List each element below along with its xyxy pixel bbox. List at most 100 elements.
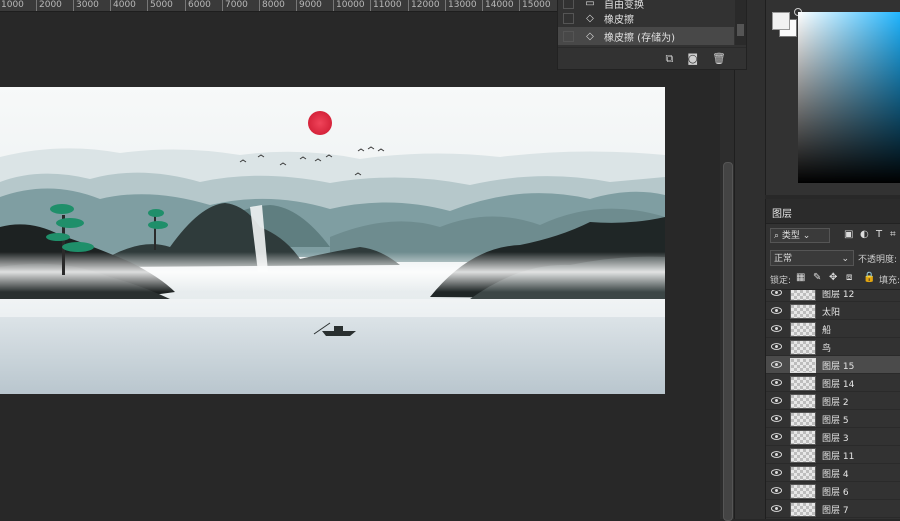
layer-name: 图层 11 <box>822 452 855 462</box>
panel-dock-strip <box>734 0 765 519</box>
layer-row[interactable]: 鸟 <box>766 338 900 356</box>
ruler-label: 7000 <box>222 0 248 11</box>
layer-name: 太阳 <box>822 308 841 318</box>
layer-name: 图层 5 <box>822 416 849 426</box>
lock-all-icon[interactable]: 🔒 <box>863 272 875 283</box>
visibility-eye-icon[interactable] <box>771 503 782 514</box>
layer-thumbnail <box>790 430 816 445</box>
history-snapshot-checkbox[interactable] <box>563 0 574 9</box>
layer-thumbnail <box>790 358 816 373</box>
layers-panel: 图层 ⌕ 类型 ⌄ ▣ ◐ T ⌗ 正常 ⌄ 不透明度: 锁定: ▦ ✎ ✥ ⧈ … <box>765 199 900 519</box>
layer-thumbnail <box>790 412 816 427</box>
ruler-label: 13000 <box>445 0 477 11</box>
layer-kind-value: 类型 <box>781 231 800 241</box>
sun <box>308 111 332 135</box>
layer-name: 图层 3 <box>822 434 849 444</box>
visibility-eye-icon[interactable] <box>771 485 782 496</box>
visibility-eye-icon[interactable] <box>771 289 782 298</box>
fill-label: 填充: <box>879 276 900 286</box>
layer-row[interactable]: 图层 4 <box>766 464 900 482</box>
blend-mode-value: 正常 <box>774 254 793 264</box>
color-picker-field[interactable] <box>798 12 900 183</box>
layer-thumbnail <box>790 466 816 481</box>
layer-row[interactable]: 图层 2 <box>766 392 900 410</box>
visibility-eye-icon[interactable] <box>771 413 782 424</box>
lock-label: 锁定: <box>770 276 792 286</box>
layer-row[interactable]: 图层 6 <box>766 482 900 500</box>
ruler-label: 15000 <box>519 0 551 11</box>
layer-row[interactable]: 图层 12 <box>766 289 900 302</box>
lock-artboard-icon[interactable]: ⧈ <box>846 272 852 283</box>
visibility-eye-icon[interactable] <box>771 431 782 442</box>
layer-row[interactable]: 图层 3 <box>766 428 900 446</box>
layer-thumbnail <box>790 340 816 355</box>
document-canvas[interactable] <box>0 87 665 394</box>
history-item-active[interactable]: ◇ 橡皮擦 (存储为) <box>558 27 734 45</box>
layers-list: 图层 12 太阳 船 鸟 图层 15 图层 14 图层 2 图层 5 图层 3 … <box>766 289 900 520</box>
layer-thumbnail <box>790 322 816 337</box>
layers-tab-label: 图层 <box>772 209 792 220</box>
ruler-label: 9000 <box>296 0 322 11</box>
lock-image-icon[interactable]: ✎ <box>813 272 821 283</box>
history-toolbar: ⧉ ◙ 🗑 <box>558 47 746 69</box>
layer-filter-row: ⌕ 类型 ⌄ ▣ ◐ T ⌗ <box>766 227 900 245</box>
layer-kind-filter[interactable]: ⌕ 类型 ⌄ <box>770 228 830 243</box>
layer-row[interactable]: 图层 5 <box>766 410 900 428</box>
ruler-label: 1000 <box>0 0 24 11</box>
lock-position-icon[interactable]: ✥ <box>829 272 837 283</box>
visibility-eye-icon[interactable] <box>771 467 782 478</box>
visibility-eye-icon[interactable] <box>771 323 782 334</box>
history-snapshot-checkbox[interactable] <box>563 30 574 42</box>
visibility-eye-icon[interactable] <box>771 395 782 406</box>
camera-icon[interactable]: ◙ <box>687 52 698 65</box>
layer-row-selected[interactable]: 图层 15 <box>766 356 900 374</box>
layer-row[interactable]: 太阳 <box>766 302 900 320</box>
color-panel <box>765 0 900 195</box>
lock-row: 锁定: ▦ ✎ ✥ ⧈ 🔒 填充: <box>766 271 900 287</box>
scrollbar-thumb[interactable] <box>723 162 733 521</box>
layer-thumbnail <box>790 394 816 409</box>
blend-row: 正常 ⌄ 不透明度: <box>766 249 900 267</box>
history-item-label: 橡皮擦 (存储为) <box>604 32 675 44</box>
layer-name: 图层 7 <box>822 506 849 516</box>
type-filter-icon[interactable]: T <box>876 229 882 240</box>
layers-tab[interactable]: 图层 <box>766 199 900 224</box>
history-snapshot-checkbox[interactable] <box>563 12 574 24</box>
layer-name: 船 <box>822 326 832 336</box>
layer-row[interactable]: 图层 11 <box>766 446 900 464</box>
history-item-label: 橡皮擦 <box>604 14 634 26</box>
layer-name: 图层 6 <box>822 488 849 498</box>
eraser-icon: ◇ <box>586 12 594 24</box>
layer-name: 图层 2 <box>822 398 849 408</box>
layer-row[interactable]: 图层 14 <box>766 374 900 392</box>
pixel-filter-icon[interactable]: ▣ <box>844 229 853 240</box>
blend-mode-select[interactable]: 正常 ⌄ <box>770 250 854 266</box>
ruler-label: 11000 <box>370 0 402 11</box>
visibility-eye-icon[interactable] <box>771 305 782 316</box>
foreground-color-swatch[interactable] <box>772 12 790 30</box>
new-document-from-state-icon[interactable]: ⧉ <box>665 52 673 66</box>
eraser-icon: ◇ <box>586 30 594 42</box>
opacity-label: 不透明度: <box>858 255 898 265</box>
trash-icon[interactable]: 🗑 <box>712 52 726 65</box>
layer-name: 图层 12 <box>822 290 855 300</box>
layer-name: 图层 14 <box>822 380 855 390</box>
visibility-eye-icon[interactable] <box>771 377 782 388</box>
visibility-eye-icon[interactable] <box>771 341 782 352</box>
free-transform-icon: ▭ <box>585 0 595 9</box>
lock-transparent-icon[interactable]: ▦ <box>796 272 805 283</box>
layer-name: 图层 4 <box>822 470 849 480</box>
shape-filter-icon[interactable]: ⌗ <box>890 229 896 240</box>
ruler-label: 14000 <box>482 0 514 11</box>
history-item[interactable]: ◇ 橡皮擦 <box>558 9 734 27</box>
visibility-eye-icon[interactable] <box>771 359 782 370</box>
adjustment-filter-icon[interactable]: ◐ <box>860 229 869 240</box>
layer-row[interactable]: 图层 7 <box>766 500 900 518</box>
ruler-label: 2000 <box>36 0 62 11</box>
canvas-vertical-scrollbar[interactable] <box>720 12 734 521</box>
visibility-eye-icon[interactable] <box>771 449 782 460</box>
history-scrollbar[interactable] <box>735 0 746 45</box>
ruler-label: 4000 <box>110 0 136 11</box>
ruler-label: 3000 <box>73 0 99 11</box>
layer-row[interactable]: 船 <box>766 320 900 338</box>
